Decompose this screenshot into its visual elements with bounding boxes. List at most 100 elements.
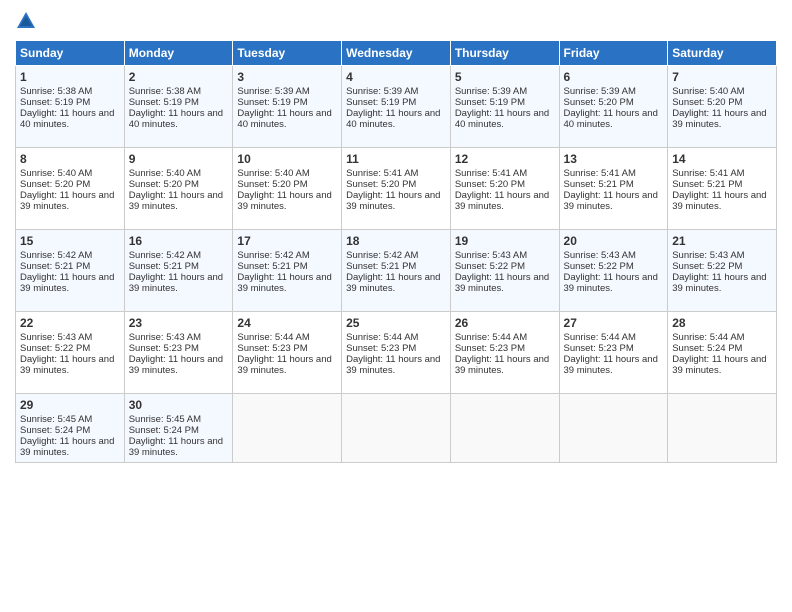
sunrise-label: Sunrise: 5:42 AM (129, 250, 201, 261)
sunrise-label: Sunrise: 5:44 AM (455, 332, 527, 343)
table-row: 14 Sunrise: 5:41 AM Sunset: 5:21 PM Dayl… (668, 148, 777, 230)
daylight-label: Daylight: 11 hours and 39 minutes. (564, 190, 658, 212)
sunset-label: Sunset: 5:20 PM (455, 179, 525, 190)
daylight-label: Daylight: 11 hours and 39 minutes. (455, 272, 549, 294)
table-row: 27 Sunrise: 5:44 AM Sunset: 5:23 PM Dayl… (559, 312, 668, 394)
daylight-label: Daylight: 11 hours and 40 minutes. (346, 108, 440, 130)
day-header-friday: Friday (559, 41, 668, 66)
day-number: 24 (237, 316, 337, 330)
logo (15, 10, 41, 32)
day-number: 12 (455, 152, 555, 166)
sunset-label: Sunset: 5:23 PM (129, 343, 199, 354)
table-row: 20 Sunrise: 5:43 AM Sunset: 5:22 PM Dayl… (559, 230, 668, 312)
daylight-label: Daylight: 11 hours and 39 minutes. (346, 272, 440, 294)
sunrise-label: Sunrise: 5:45 AM (129, 414, 201, 425)
table-row: 24 Sunrise: 5:44 AM Sunset: 5:23 PM Dayl… (233, 312, 342, 394)
sunrise-label: Sunrise: 5:43 AM (129, 332, 201, 343)
header (15, 10, 777, 32)
table-row: 13 Sunrise: 5:41 AM Sunset: 5:21 PM Dayl… (559, 148, 668, 230)
day-number: 14 (672, 152, 772, 166)
daylight-label: Daylight: 11 hours and 40 minutes. (237, 108, 331, 130)
table-row: 15 Sunrise: 5:42 AM Sunset: 5:21 PM Dayl… (16, 230, 125, 312)
day-number: 10 (237, 152, 337, 166)
sunrise-label: Sunrise: 5:42 AM (20, 250, 92, 261)
daylight-label: Daylight: 11 hours and 39 minutes. (129, 272, 223, 294)
daylight-label: Daylight: 11 hours and 39 minutes. (129, 190, 223, 212)
sunrise-label: Sunrise: 5:45 AM (20, 414, 92, 425)
table-row (450, 394, 559, 463)
day-header-saturday: Saturday (668, 41, 777, 66)
sunrise-label: Sunrise: 5:41 AM (672, 168, 744, 179)
table-row: 4 Sunrise: 5:39 AM Sunset: 5:19 PM Dayli… (342, 66, 451, 148)
sunset-label: Sunset: 5:24 PM (20, 425, 90, 436)
logo-icon (15, 10, 37, 32)
table-row (668, 394, 777, 463)
sunrise-label: Sunrise: 5:41 AM (346, 168, 418, 179)
sunrise-label: Sunrise: 5:44 AM (346, 332, 418, 343)
sunset-label: Sunset: 5:21 PM (237, 261, 307, 272)
sunset-label: Sunset: 5:22 PM (455, 261, 525, 272)
daylight-label: Daylight: 11 hours and 40 minutes. (564, 108, 658, 130)
day-number: 1 (20, 70, 120, 84)
daylight-label: Daylight: 11 hours and 39 minutes. (237, 190, 331, 212)
day-number: 3 (237, 70, 337, 84)
day-number: 21 (672, 234, 772, 248)
daylight-label: Daylight: 11 hours and 39 minutes. (455, 190, 549, 212)
sunset-label: Sunset: 5:20 PM (564, 97, 634, 108)
sunset-label: Sunset: 5:21 PM (672, 179, 742, 190)
day-number: 18 (346, 234, 446, 248)
day-number: 9 (129, 152, 229, 166)
sunset-label: Sunset: 5:19 PM (455, 97, 525, 108)
sunrise-label: Sunrise: 5:39 AM (564, 86, 636, 97)
sunset-label: Sunset: 5:19 PM (346, 97, 416, 108)
page: SundayMondayTuesdayWednesdayThursdayFrid… (0, 0, 792, 612)
day-number: 5 (455, 70, 555, 84)
day-number: 29 (20, 398, 120, 412)
table-row: 5 Sunrise: 5:39 AM Sunset: 5:19 PM Dayli… (450, 66, 559, 148)
sunset-label: Sunset: 5:19 PM (237, 97, 307, 108)
sunset-label: Sunset: 5:22 PM (564, 261, 634, 272)
sunrise-label: Sunrise: 5:40 AM (129, 168, 201, 179)
table-row: 2 Sunrise: 5:38 AM Sunset: 5:19 PM Dayli… (124, 66, 233, 148)
daylight-label: Daylight: 11 hours and 39 minutes. (346, 354, 440, 376)
table-row: 12 Sunrise: 5:41 AM Sunset: 5:20 PM Dayl… (450, 148, 559, 230)
daylight-label: Daylight: 11 hours and 39 minutes. (455, 354, 549, 376)
sunset-label: Sunset: 5:23 PM (564, 343, 634, 354)
daylight-label: Daylight: 11 hours and 39 minutes. (237, 354, 331, 376)
day-header-wednesday: Wednesday (342, 41, 451, 66)
table-row: 10 Sunrise: 5:40 AM Sunset: 5:20 PM Dayl… (233, 148, 342, 230)
day-number: 2 (129, 70, 229, 84)
sunrise-label: Sunrise: 5:43 AM (455, 250, 527, 261)
sunset-label: Sunset: 5:21 PM (564, 179, 634, 190)
sunset-label: Sunset: 5:22 PM (672, 261, 742, 272)
sunset-label: Sunset: 5:22 PM (20, 343, 90, 354)
sunset-label: Sunset: 5:19 PM (129, 97, 199, 108)
day-number: 30 (129, 398, 229, 412)
sunset-label: Sunset: 5:23 PM (237, 343, 307, 354)
table-row (559, 394, 668, 463)
sunrise-label: Sunrise: 5:40 AM (672, 86, 744, 97)
sunset-label: Sunset: 5:24 PM (672, 343, 742, 354)
daylight-label: Daylight: 11 hours and 39 minutes. (20, 190, 114, 212)
sunset-label: Sunset: 5:20 PM (129, 179, 199, 190)
table-row: 7 Sunrise: 5:40 AM Sunset: 5:20 PM Dayli… (668, 66, 777, 148)
table-row: 25 Sunrise: 5:44 AM Sunset: 5:23 PM Dayl… (342, 312, 451, 394)
sunset-label: Sunset: 5:24 PM (129, 425, 199, 436)
sunset-label: Sunset: 5:20 PM (20, 179, 90, 190)
table-row: 26 Sunrise: 5:44 AM Sunset: 5:23 PM Dayl… (450, 312, 559, 394)
sunrise-label: Sunrise: 5:44 AM (672, 332, 744, 343)
day-number: 17 (237, 234, 337, 248)
sunrise-label: Sunrise: 5:41 AM (564, 168, 636, 179)
daylight-label: Daylight: 11 hours and 40 minutes. (129, 108, 223, 130)
table-row: 16 Sunrise: 5:42 AM Sunset: 5:21 PM Dayl… (124, 230, 233, 312)
day-number: 20 (564, 234, 664, 248)
day-number: 28 (672, 316, 772, 330)
day-header-thursday: Thursday (450, 41, 559, 66)
sunrise-label: Sunrise: 5:40 AM (20, 168, 92, 179)
sunrise-label: Sunrise: 5:40 AM (237, 168, 309, 179)
sunrise-label: Sunrise: 5:43 AM (564, 250, 636, 261)
sunset-label: Sunset: 5:21 PM (346, 261, 416, 272)
sunrise-label: Sunrise: 5:41 AM (455, 168, 527, 179)
day-number: 16 (129, 234, 229, 248)
day-number: 25 (346, 316, 446, 330)
